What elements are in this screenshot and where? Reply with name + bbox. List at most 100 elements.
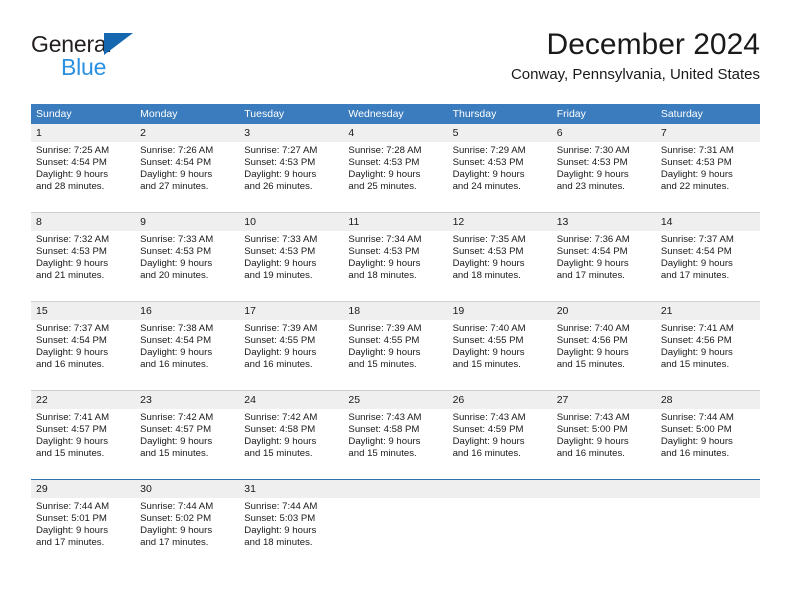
day-cell[interactable]: Sunrise: 7:43 AM Sunset: 5:00 PM Dayligh… — [552, 409, 656, 479]
daylight-line1: Daylight: 9 hours — [140, 347, 213, 359]
day-number[interactable]: 22 — [31, 391, 135, 409]
day-cell[interactable]: Sunrise: 7:30 AM Sunset: 4:53 PM Dayligh… — [552, 142, 656, 212]
day-cell[interactable]: Sunrise: 7:41 AM Sunset: 4:57 PM Dayligh… — [31, 409, 135, 479]
day-number[interactable]: 12 — [448, 213, 552, 231]
sunrise-text: Sunrise: 7:44 AM — [140, 501, 214, 512]
day-cell[interactable]: Sunrise: 7:32 AM Sunset: 4:53 PM Dayligh… — [31, 231, 135, 301]
day-cell[interactable]: Sunrise: 7:31 AM Sunset: 4:53 PM Dayligh… — [656, 142, 760, 212]
weekday-header-monday: Monday — [140, 108, 178, 120]
daylight-line1: Daylight: 9 hours — [244, 258, 317, 270]
day-number[interactable]: 29 — [31, 480, 135, 498]
week-row: 22 23 24 25 26 27 28 Sunrise: 7:41 AM Su… — [31, 391, 760, 479]
day-number[interactable]: 3 — [239, 124, 343, 142]
day-number[interactable]: 23 — [135, 391, 239, 409]
daylight-line2: and 17 minutes. — [140, 537, 209, 549]
sunset-text: Sunset: 5:03 PM — [244, 513, 316, 525]
day-cell[interactable]: Sunrise: 7:26 AM Sunset: 4:54 PM Dayligh… — [135, 142, 239, 212]
day-cell[interactable]: Sunrise: 7:37 AM Sunset: 4:54 PM Dayligh… — [656, 231, 760, 301]
sunrise-text: Sunrise: 7:42 AM — [244, 412, 318, 423]
day-cell[interactable]: Sunrise: 7:33 AM Sunset: 4:53 PM Dayligh… — [239, 231, 343, 301]
calendar-page: General Blue December 2024 Conway, Penns… — [0, 0, 792, 612]
day-number[interactable]: 27 — [552, 391, 656, 409]
day-number[interactable]: 6 — [552, 124, 656, 142]
day-number[interactable]: 31 — [239, 480, 343, 498]
day-cell[interactable]: Sunrise: 7:43 AM Sunset: 4:58 PM Dayligh… — [343, 409, 447, 479]
day-cell[interactable]: Sunrise: 7:25 AM Sunset: 4:54 PM Dayligh… — [31, 142, 135, 212]
sunrise-text: Sunrise: 7:37 AM — [36, 323, 110, 334]
day-cell[interactable]: Sunrise: 7:40 AM Sunset: 4:56 PM Dayligh… — [552, 320, 656, 390]
day-number[interactable]: 25 — [343, 391, 447, 409]
day-number[interactable]: 1 — [31, 124, 135, 142]
day-number[interactable]: 30 — [135, 480, 239, 498]
day-number[interactable]: 19 — [448, 302, 552, 320]
day-number[interactable]: 15 — [31, 302, 135, 320]
day-cell[interactable]: Sunrise: 7:42 AM Sunset: 4:57 PM Dayligh… — [135, 409, 239, 479]
sunset-text: Sunset: 4:54 PM — [36, 335, 107, 347]
day-cell[interactable]: Sunrise: 7:34 AM Sunset: 4:53 PM Dayligh… — [343, 231, 447, 301]
sunrise-text: Sunrise: 7:27 AM — [244, 145, 318, 156]
day-number[interactable]: 18 — [343, 302, 447, 320]
day-number[interactable]: 11 — [343, 213, 447, 231]
day-number[interactable]: 20 — [552, 302, 656, 320]
day-cell[interactable]: Sunrise: 7:39 AM Sunset: 4:55 PM Dayligh… — [343, 320, 447, 390]
day-cell[interactable]: Sunrise: 7:40 AM Sunset: 4:55 PM Dayligh… — [448, 320, 552, 390]
general-blue-logo[interactable]: General Blue — [31, 32, 171, 88]
day-cell[interactable]: Sunrise: 7:38 AM Sunset: 4:54 PM Dayligh… — [135, 320, 239, 390]
day-number[interactable]: 10 — [239, 213, 343, 231]
day-number[interactable]: 24 — [239, 391, 343, 409]
day-cell[interactable]: Sunrise: 7:43 AM Sunset: 4:59 PM Dayligh… — [448, 409, 552, 479]
daylight-line1: Daylight: 9 hours — [348, 347, 421, 359]
day-number[interactable]: 4 — [343, 124, 447, 142]
day-number-empty — [343, 480, 447, 498]
daylight-line2: and 16 minutes. — [244, 359, 313, 371]
title-block: December 2024 Conway, Pennsylvania, Unit… — [511, 26, 760, 86]
daylight-line2: and 15 minutes. — [140, 448, 209, 460]
day-cell[interactable]: Sunrise: 7:44 AM Sunset: 5:00 PM Dayligh… — [656, 409, 760, 479]
day-number[interactable]: 8 — [31, 213, 135, 231]
day-cell[interactable]: Sunrise: 7:42 AM Sunset: 4:58 PM Dayligh… — [239, 409, 343, 479]
week-detail-band: Sunrise: 7:32 AM Sunset: 4:53 PM Dayligh… — [31, 231, 760, 301]
daylight-line1: Daylight: 9 hours — [36, 258, 108, 270]
day-number[interactable]: 14 — [656, 213, 760, 231]
day-cell[interactable]: Sunrise: 7:37 AM Sunset: 4:54 PM Dayligh… — [31, 320, 135, 390]
sunrise-text: Sunrise: 7:37 AM — [660, 234, 734, 245]
weekday-header-tuesday: Tuesday — [244, 108, 285, 120]
day-cell[interactable]: Sunrise: 7:39 AM Sunset: 4:55 PM Dayligh… — [239, 320, 343, 390]
sunset-text: Sunset: 4:56 PM — [556, 335, 628, 347]
sunrise-text: Sunrise: 7:25 AM — [36, 145, 110, 156]
logo-triangle-icon — [104, 33, 133, 55]
day-number[interactable]: 2 — [135, 124, 239, 142]
sunrise-text: Sunrise: 7:43 AM — [348, 412, 422, 423]
day-cell[interactable]: Sunrise: 7:44 AM Sunset: 5:01 PM Dayligh… — [31, 498, 135, 568]
day-number[interactable]: 26 — [448, 391, 552, 409]
sunrise-text: Sunrise: 7:36 AM — [556, 234, 630, 245]
daylight-line2: and 15 minutes. — [452, 359, 521, 371]
day-cell[interactable]: Sunrise: 7:44 AM Sunset: 5:03 PM Dayligh… — [239, 498, 343, 568]
daylight-line1: Daylight: 9 hours — [244, 169, 317, 181]
day-cell[interactable]: Sunrise: 7:29 AM Sunset: 4:53 PM Dayligh… — [448, 142, 552, 212]
day-number[interactable]: 16 — [135, 302, 239, 320]
daylight-line2: and 19 minutes. — [244, 270, 313, 282]
day-cell[interactable]: Sunrise: 7:41 AM Sunset: 4:56 PM Dayligh… — [656, 320, 760, 390]
day-cell[interactable]: Sunrise: 7:35 AM Sunset: 4:53 PM Dayligh… — [448, 231, 552, 301]
sunrise-text: Sunrise: 7:44 AM — [36, 501, 110, 512]
sunrise-text: Sunrise: 7:26 AM — [140, 145, 214, 156]
day-number[interactable]: 17 — [239, 302, 343, 320]
day-number[interactable]: 5 — [448, 124, 552, 142]
day-number[interactable]: 7 — [656, 124, 760, 142]
day-cell[interactable]: Sunrise: 7:36 AM Sunset: 4:54 PM Dayligh… — [552, 231, 656, 301]
day-number[interactable]: 9 — [135, 213, 239, 231]
sunset-text: Sunset: 4:55 PM — [348, 335, 420, 347]
week-row: 15 16 17 18 19 20 21 Sunrise: 7:37 AM Su… — [31, 302, 760, 390]
sunrise-text: Sunrise: 7:40 AM — [556, 323, 630, 334]
day-cell[interactable]: Sunrise: 7:44 AM Sunset: 5:02 PM Dayligh… — [135, 498, 239, 568]
weekday-header-sunday: Sunday — [36, 108, 72, 120]
day-number[interactable]: 28 — [656, 391, 760, 409]
day-cell[interactable]: Sunrise: 7:33 AM Sunset: 4:53 PM Dayligh… — [135, 231, 239, 301]
day-number[interactable]: 13 — [552, 213, 656, 231]
day-number[interactable]: 21 — [656, 302, 760, 320]
sunrise-text: Sunrise: 7:43 AM — [556, 412, 630, 423]
day-cell[interactable]: Sunrise: 7:28 AM Sunset: 4:53 PM Dayligh… — [343, 142, 447, 212]
day-cell[interactable]: Sunrise: 7:27 AM Sunset: 4:53 PM Dayligh… — [239, 142, 343, 212]
daylight-line1: Daylight: 9 hours — [556, 436, 629, 448]
